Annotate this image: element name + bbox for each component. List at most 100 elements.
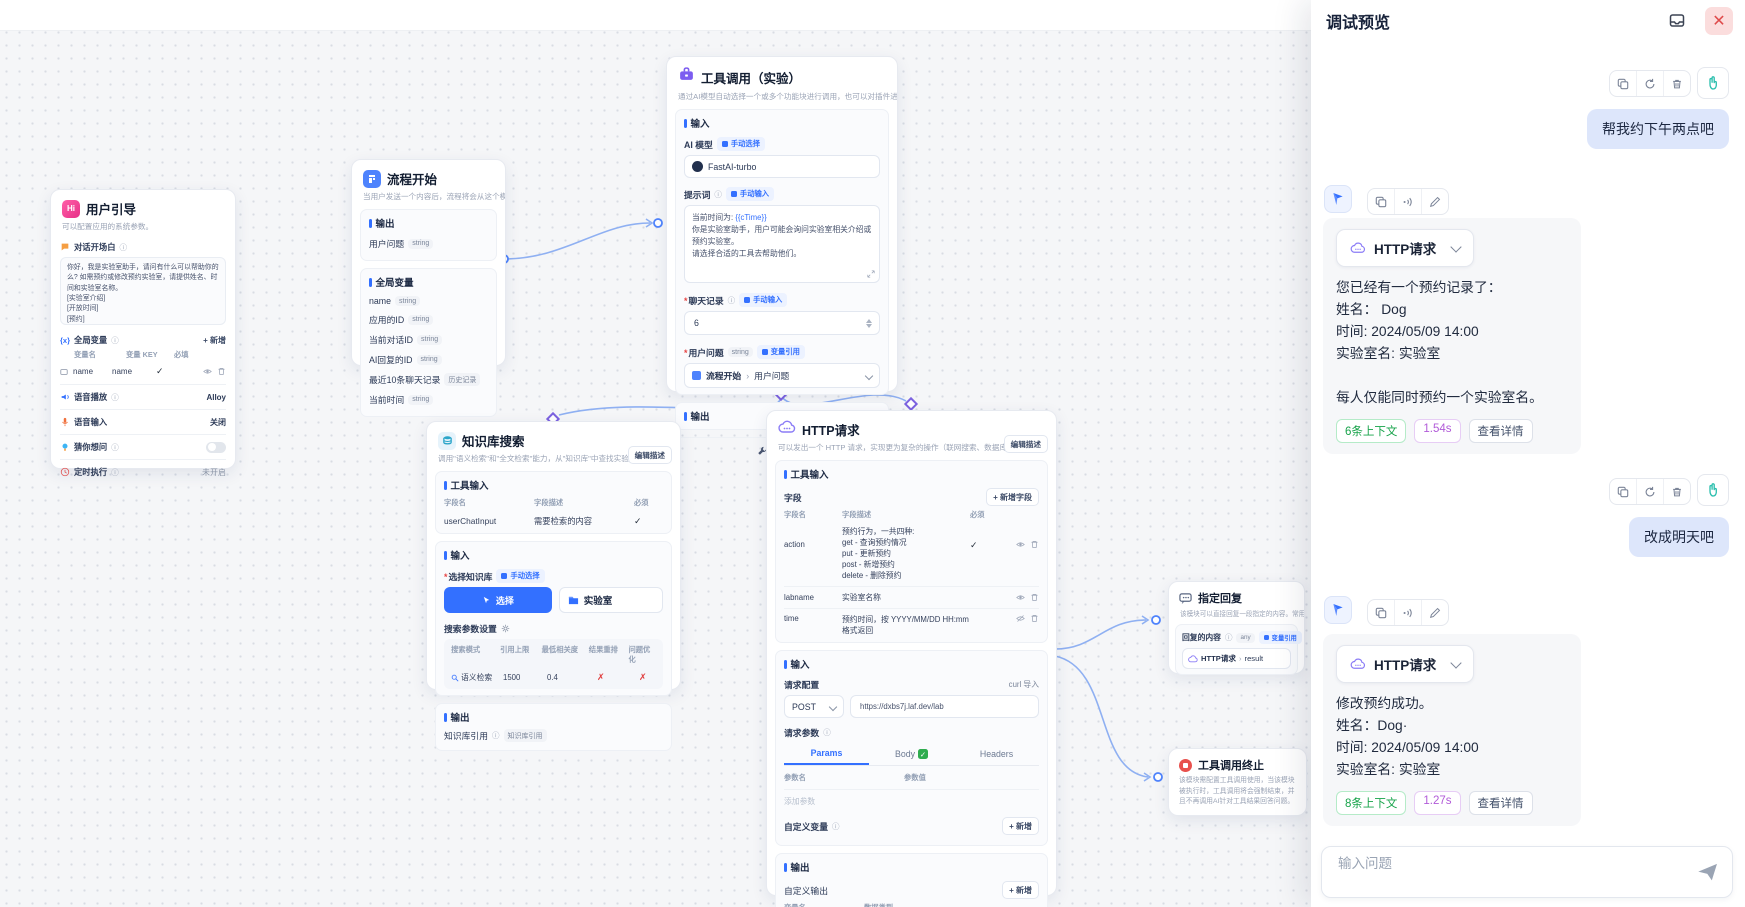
view-detail-badge[interactable]: 查看详情 [1469,419,1533,443]
edit-description-button[interactable]: 编辑描述 [628,446,672,464]
user-avatar[interactable] [1697,474,1729,506]
select-kb-button[interactable]: 选择 [444,587,552,613]
edit-description-button[interactable]: 编辑描述 [1004,435,1048,453]
stt-value[interactable]: 关闭 [210,417,226,428]
delete-icon[interactable] [1663,479,1690,504]
global-var: name [369,296,391,306]
delete-icon[interactable] [1663,71,1690,96]
eye-icon[interactable] [1016,540,1025,549]
prompt-textarea[interactable]: 当前时间为: {{cTime}} 你是实验室助手，用户可能会询问实验室相关介绍或… [684,205,880,283]
expand-icon[interactable] [867,270,875,278]
schedule-value[interactable]: 未开启 [202,467,226,478]
trash-icon[interactable] [1030,614,1039,623]
tool-run-card[interactable]: HTTP请求 [1336,229,1474,267]
edit-icon[interactable] [1421,189,1448,214]
gear-icon[interactable] [501,624,510,633]
query-extend-off: ✗ [639,672,647,683]
toolbox-icon [678,66,695,88]
tts-play-icon[interactable] [1394,600,1421,625]
copy-icon[interactable] [1368,600,1394,625]
edit-icon[interactable] [1421,600,1448,625]
tab-headers[interactable]: Headers [954,743,1039,765]
col-data-type: 数据类型 [864,903,893,907]
history-count-input[interactable] [684,311,880,335]
ai-avatar[interactable] [1324,596,1352,624]
retry-icon[interactable] [1636,479,1663,504]
tts-value[interactable]: Alloy [206,393,226,402]
url-value[interactable] [858,701,1031,712]
tts-play-icon[interactable] [1394,189,1421,214]
flow-canvas[interactable]: Hi 用户引导 可以配置应用的系统参数。 对话开场白ⓘ 你好，我是实验室助手，请… [0,0,1311,907]
method-select[interactable]: POST [784,695,844,718]
context-badge[interactable]: 8条上下文 [1336,791,1406,815]
section-tool-input: 工具输入 [451,478,489,492]
eye-icon[interactable] [203,367,212,376]
trash-icon[interactable] [1030,540,1039,549]
copy-icon[interactable] [1610,479,1636,504]
workflow-editor: Hi 用户引导 可以配置应用的系统参数。 对话开场白ⓘ 你好，我是实验室助手，请… [0,0,1745,907]
number-stepper[interactable] [866,319,872,328]
latency-badge[interactable]: 1.27s [1414,791,1460,815]
node-header: Hi 用户引导 [51,190,235,220]
guess-toggle[interactable] [206,442,226,453]
url-input[interactable] [850,695,1039,718]
add-field-button[interactable]: + 新增字段 [986,488,1039,506]
trash-icon[interactable] [217,367,226,376]
select-kb-label: 选择知识库 [444,570,492,583]
view-detail-badge[interactable]: 查看详情 [1469,791,1533,815]
send-icon[interactable] [1697,861,1719,888]
copy-icon[interactable] [1368,189,1394,214]
user-avatar[interactable] [1697,67,1729,99]
node-assigned-reply[interactable]: 指定回复 该模块可以直接回复一段指定的内容。常用于引导、提示。 回复的内容ⓘ a… [1168,581,1305,674]
ai-avatar[interactable] [1324,185,1352,213]
context-badge[interactable]: 6条上下文 [1336,419,1406,443]
node-http-request[interactable]: HTTP请求 可以发出一个 HTTP 请求，实现更为复杂的操作（联网搜索、数据库… [766,410,1057,896]
global-var: 最近10条聊天记录 [369,373,440,386]
col-required: 必须 [970,510,985,520]
message-actions [1367,599,1449,626]
add-variable-button[interactable]: + 新增 [203,335,226,346]
node-subtitle: 通过AI模型自动选择一个或多个功能块进行调用，也可以对插件进行调用。 [667,90,897,102]
node-kb-search[interactable]: 知识库搜索 调用"语义检索"和"全文检索"能力，从"知识库"中查找实验室介绍和使… [426,421,681,690]
curl-import-button[interactable]: curl 导入 [1009,679,1039,690]
node-tool-call[interactable]: 工具调用（实验） 通过AI模型自动选择一个或多个功能块进行调用，也可以对插件进行… [666,56,898,392]
add-custom-var-button[interactable]: + 新增 [1002,817,1039,835]
tool-run-card[interactable]: HTTP请求 [1336,645,1474,683]
tab-params[interactable]: Params [784,743,869,765]
node-subtitle: 可以发出一个 HTTP 请求，实现更为复杂的操作（联网搜索、数据库查询等） [767,441,1014,453]
reply-source-select[interactable]: HTTP请求 › result [1182,648,1291,669]
latency-badge[interactable]: 1.54s [1414,419,1460,443]
node-title: 用户引导 [86,199,136,218]
field-desc-cell: 预约行为，一共四种: get - 查询预约情况 put - 更新预约 post … [842,526,970,581]
fastgpt-logo-icon [1330,191,1346,207]
eye-icon[interactable] [1016,593,1025,602]
search-params-label: 搜索参数设置 [444,622,497,635]
required-check: ✓ [156,366,164,377]
node-user-guide[interactable]: Hi 用户引导 可以配置应用的系统参数。 对话开场白ⓘ 你好，我是实验室助手，请… [50,189,236,469]
chat-input-box[interactable] [1321,846,1733,898]
history-count-value[interactable] [692,317,796,329]
add-param-placeholder[interactable]: 添加参数 [784,790,1039,809]
search-mode-cell: 语义检索 [461,672,492,683]
reply-content-label: 回复的内容 [1182,632,1221,643]
close-button[interactable]: ✕ [1705,7,1733,35]
node-tool-stop[interactable]: 工具调用终止 该模块需配置工具调用使用，当该模块被执行时，工具调用将会强制结束，… [1168,748,1307,816]
opening-textarea[interactable]: 你好，我是实验室助手，请问有什么可以帮助你的么? 如需预约或修改预约实验室，请提… [60,257,226,325]
copy-icon[interactable] [1610,71,1636,96]
question-source-select[interactable]: 流程开始 › 用户问题 [684,363,880,388]
variable-ref-badge: 变量引用 [757,345,805,359]
chat-input[interactable] [1336,855,1682,872]
add-custom-output-button[interactable]: + 新增 [1002,881,1039,899]
user-message: 帮我约下午两点吧 [1587,109,1729,149]
model-avatar [692,161,703,172]
export-icon[interactable] [1663,7,1691,35]
manual-input-badge: 手动输入 [739,293,787,307]
model-select[interactable]: FastAI-turbo [684,155,880,178]
eye-off-icon[interactable] [1016,614,1025,623]
kb-dataset-card[interactable]: 实验室 [559,587,663,613]
ai-message: HTTP请求 修改预约成功。 姓名：Dog· 时间: 2024/05/09 14… [1323,634,1581,826]
retry-icon[interactable] [1636,71,1663,96]
node-flow-start[interactable]: 流程开始 当用户发送一个内容后，流程将会从这个模块开始执行。 输出 用户问题st… [351,159,506,366]
trash-icon[interactable] [1030,593,1039,602]
tab-body[interactable]: Body✓ [869,743,954,765]
